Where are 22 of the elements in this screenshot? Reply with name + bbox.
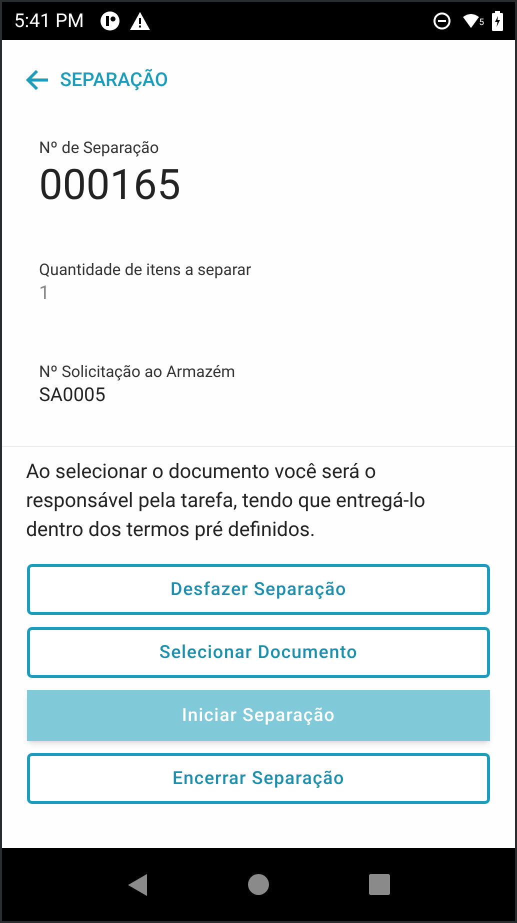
back-arrow-icon[interactable] (24, 68, 50, 92)
field-label: Quantidade de itens a separar (39, 260, 252, 280)
field-label: Nº de Separação (39, 138, 160, 158)
notice-text: Ao selecionar o documento você será o responsável pela tarefa, tendo que entregá-lo dentro dos termos pré definidos. (26, 458, 426, 543)
field-label: Nº Solicitação ao Armazém (39, 362, 236, 382)
status-time: 5:41 PM (14, 8, 84, 34)
battery-charging-icon (492, 11, 503, 31)
back-nav-icon[interactable] (128, 874, 148, 896)
screen-title: SEPARAÇÃO (60, 66, 168, 93)
field-value: SA0005 (39, 382, 106, 408)
wifi-icon (462, 14, 479, 28)
field-value: 1 (39, 280, 51, 306)
field-value: 000165 (39, 162, 182, 210)
action-button[interactable]: Encerrar Separação (27, 753, 490, 804)
action-button[interactable]: Selecionar Documento (27, 627, 490, 678)
app-notification-icon (100, 11, 120, 31)
home-nav-icon[interactable] (248, 874, 268, 895)
do-not-disturb-icon (432, 12, 451, 30)
wifi-generation-label: 5 (478, 19, 484, 28)
warning-icon (130, 12, 150, 30)
action-button[interactable]: Desfazer Separação (27, 564, 490, 615)
recents-nav-icon[interactable] (368, 874, 390, 895)
